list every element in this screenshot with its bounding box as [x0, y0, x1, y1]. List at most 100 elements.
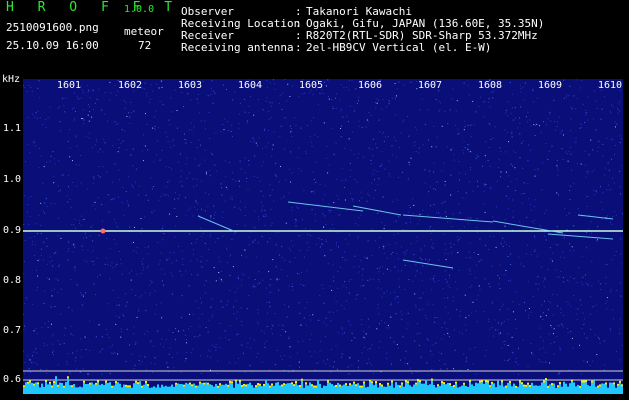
- noise-speckle: [488, 147, 490, 148]
- noise-speckle: [276, 277, 278, 279]
- noise-speckle: [553, 341, 555, 343]
- noise-speckle: [193, 249, 194, 251]
- signal-bar: [205, 382, 207, 394]
- noise-speckle: [500, 150, 502, 152]
- noise-speckle: [264, 215, 265, 217]
- noise-speckle: [203, 233, 204, 234]
- noise-speckle: [537, 276, 539, 278]
- noise-speckle: [404, 357, 406, 359]
- noise-speckle: [29, 152, 31, 154]
- noise-speckle: [327, 172, 329, 174]
- noise-speckle: [110, 92, 112, 94]
- peak-bar: [245, 384, 247, 387]
- noise-speckle: [74, 110, 76, 112]
- noise-speckle: [135, 342, 137, 344]
- noise-speckle: [302, 340, 304, 342]
- noise-speckle: [199, 261, 201, 262]
- noise-speckle: [459, 310, 461, 312]
- signal-bar: [251, 385, 253, 394]
- noise-speckle: [92, 240, 94, 242]
- signal-bar: [291, 384, 293, 394]
- signal-bar: [433, 384, 435, 394]
- noise-speckle: [536, 97, 538, 99]
- noise-speckle: [110, 265, 112, 266]
- noise-speckle: [469, 242, 471, 244]
- noise-speckle: [271, 222, 273, 224]
- noise-speckle: [426, 362, 428, 364]
- noise-speckle: [378, 271, 380, 273]
- noise-speckle: [43, 342, 45, 344]
- noise-speckle: [233, 313, 235, 315]
- noise-speckle: [73, 243, 75, 245]
- noise-speckle: [434, 321, 436, 323]
- peak-bar: [431, 378, 433, 381]
- noise-speckle: [599, 283, 601, 285]
- noise-speckle: [171, 168, 172, 170]
- noise-speckle: [510, 163, 512, 165]
- noise-speckle: [574, 142, 576, 144]
- signal-bar: [279, 385, 281, 394]
- noise-speckle: [131, 184, 133, 186]
- noise-speckle: [545, 315, 547, 317]
- noise-speckle: [133, 241, 134, 243]
- noise-speckle: [180, 372, 182, 374]
- noise-speckle: [465, 317, 467, 319]
- noise-speckle: [140, 295, 142, 297]
- noise-speckle: [60, 237, 62, 239]
- noise-speckle: [459, 315, 461, 317]
- peak-bar: [407, 381, 409, 384]
- noise-speckle: [507, 208, 509, 210]
- noise-speckle: [477, 254, 479, 255]
- noise-speckle: [570, 331, 572, 333]
- noise-speckle: [167, 141, 169, 143]
- noise-speckle: [332, 106, 334, 108]
- noise-speckle: [27, 143, 29, 145]
- signal-bar: [231, 383, 233, 394]
- noise-speckle: [241, 273, 243, 275]
- noise-speckle: [130, 101, 132, 103]
- noise-speckle: [545, 351, 546, 353]
- noise-speckle: [110, 199, 112, 201]
- noise-speckle: [68, 174, 70, 176]
- noise-speckle: [488, 320, 490, 322]
- signal-bar: [575, 386, 577, 394]
- noise-speckle: [248, 106, 250, 107]
- noise-speckle: [584, 122, 586, 123]
- noise-speckle: [415, 275, 417, 277]
- noise-speckle: [278, 324, 280, 326]
- noise-speckle: [28, 224, 30, 226]
- noise-speckle: [183, 329, 185, 331]
- signal-bar: [245, 386, 247, 394]
- noise-speckle: [482, 165, 483, 167]
- peak-bar: [311, 384, 313, 387]
- noise-speckle: [131, 112, 133, 114]
- noise-speckle: [324, 194, 326, 196]
- signal-bar: [69, 385, 71, 394]
- signal-bar: [191, 386, 193, 394]
- noise-speckle: [63, 327, 65, 329]
- noise-speckle: [467, 85, 469, 87]
- noise-speckle: [394, 298, 396, 300]
- noise-speckle: [512, 165, 514, 167]
- noise-speckle: [605, 302, 607, 304]
- noise-speckle: [94, 102, 96, 104]
- noise-speckle: [569, 243, 571, 245]
- noise-speckle: [555, 243, 557, 245]
- noise-speckle: [331, 99, 333, 101]
- noise-speckle: [89, 320, 91, 322]
- noise-speckle: [263, 129, 265, 131]
- noise-speckle: [471, 311, 473, 313]
- noise-speckle: [565, 151, 567, 153]
- noise-speckle: [210, 233, 212, 235]
- peak-bar: [125, 384, 127, 387]
- noise-speckle: [299, 250, 301, 252]
- noise-speckle: [190, 99, 192, 101]
- noise-speckle: [491, 302, 493, 304]
- noise-speckle: [254, 155, 256, 157]
- peak-bar: [239, 380, 241, 383]
- noise-speckle: [45, 126, 47, 128]
- noise-speckle: [392, 252, 394, 253]
- noise-speckle: [370, 159, 372, 161]
- noise-speckle: [438, 259, 440, 261]
- peak-bar: [349, 383, 351, 386]
